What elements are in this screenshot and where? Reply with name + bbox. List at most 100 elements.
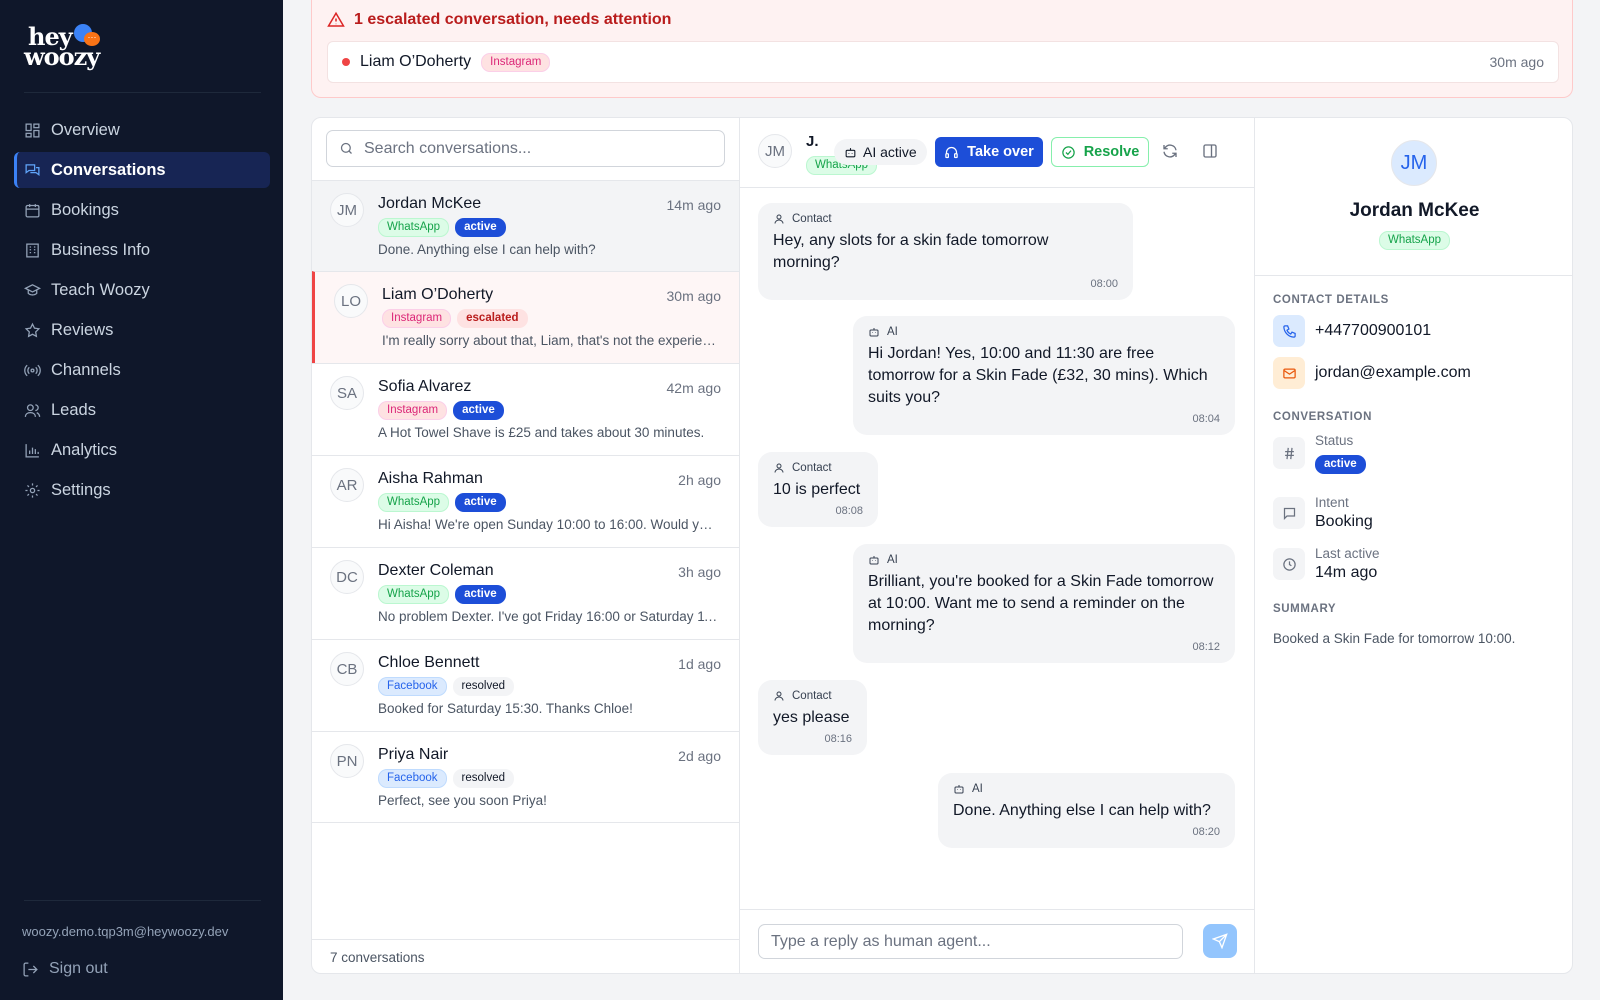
status-badge: active bbox=[455, 493, 506, 512]
conversation-item-liam-odoherty[interactable]: LO Liam O’Doherty 30m ago Instagram esca… bbox=[312, 271, 739, 363]
escalated-conversation-item[interactable]: Liam O’Doherty Instagram 30m ago bbox=[327, 41, 1559, 83]
chat-panel: JM J. WhatsApp AI active Take over Resol… bbox=[740, 118, 1255, 973]
toggle-details-button[interactable] bbox=[1201, 142, 1221, 162]
message-text: Brilliant, you're booked for a Skin Fade… bbox=[868, 573, 1214, 634]
send-button[interactable] bbox=[1203, 924, 1237, 958]
heywoozy-logo[interactable]: hey woozy ··· bbox=[24, 22, 104, 72]
status-row: Status active bbox=[1273, 433, 1366, 474]
message-text: yes please bbox=[773, 709, 850, 726]
search-input[interactable] bbox=[364, 139, 714, 158]
sender-label: AI bbox=[887, 326, 898, 338]
nav-item-settings[interactable]: Settings bbox=[14, 472, 270, 508]
mail-icon-box bbox=[1273, 357, 1305, 389]
message-text: Hey, any slots for a skin fade tomorrow … bbox=[773, 232, 1049, 271]
take-over-button[interactable]: Take over bbox=[935, 137, 1043, 167]
nav-item-overview[interactable]: Overview bbox=[14, 112, 270, 148]
message-text: Hi Jordan! Yes, 10:00 and 11:30 are free… bbox=[868, 345, 1208, 406]
conversation-item-sofia-alvarez[interactable]: SA Sofia Alvarez 42m ago Instagram activ… bbox=[312, 363, 739, 455]
channel-badge: WhatsApp bbox=[1378, 231, 1451, 250]
alert-contact-name: Liam O’Doherty bbox=[360, 53, 472, 70]
conversation-list-panel: JM Jordan McKee 14m ago WhatsApp active … bbox=[312, 118, 740, 973]
message-time: 08:16 bbox=[824, 733, 852, 745]
conversation-time: 14m ago bbox=[666, 197, 721, 213]
conversation-item-aisha-rahman[interactable]: AR Aisha Rahman 2h ago WhatsApp active H… bbox=[312, 455, 739, 547]
search-box[interactable] bbox=[326, 130, 725, 167]
message-bubble-contact: Contact Hey, any slots for a skin fade t… bbox=[758, 203, 1133, 300]
warning-icon bbox=[327, 11, 345, 27]
nav-item-conversations[interactable]: Conversations bbox=[14, 152, 270, 188]
conversation-badges: Facebook resolved bbox=[378, 677, 514, 696]
escalation-alert: 1 escalated conversation, needs attentio… bbox=[311, 0, 1573, 98]
status-info: Status active bbox=[1315, 433, 1366, 474]
sidebar-divider bbox=[24, 92, 261, 93]
nav-item-teach-woozy[interactable]: Teach Woozy bbox=[14, 272, 270, 308]
contact-details-panel: JM Jordan McKee WhatsApp CONTACT DETAILS… bbox=[1255, 118, 1572, 973]
contact-header: JM Jordan McKee WhatsApp bbox=[1255, 118, 1572, 276]
check-circle-icon bbox=[1061, 145, 1075, 159]
inbox-card: JM Jordan McKee 14m ago WhatsApp active … bbox=[311, 117, 1573, 974]
message-sender: AI bbox=[868, 554, 1220, 566]
conversation-heading: CONVERSATION bbox=[1273, 411, 1372, 423]
channel-badge: WhatsApp bbox=[378, 585, 450, 604]
message-text: 10 is perfect bbox=[773, 481, 861, 498]
star-icon bbox=[24, 322, 41, 337]
nav-item-business-info[interactable]: Business Info bbox=[14, 232, 270, 268]
nav-item-leads[interactable]: Leads bbox=[14, 392, 270, 428]
graduation-cap-icon bbox=[24, 283, 41, 296]
message-time: 08:08 bbox=[835, 505, 863, 517]
contact-email: jordan@example.com bbox=[1315, 364, 1471, 381]
nav-label: Leads bbox=[51, 400, 96, 419]
message-bubble-contact: Contact yes please 08:16 bbox=[758, 680, 867, 755]
last-active-label: Last active bbox=[1315, 546, 1380, 561]
ai-active-label: AI active bbox=[863, 144, 917, 160]
sign-out-label: Sign out bbox=[49, 960, 108, 977]
intent-label: Intent bbox=[1315, 495, 1349, 510]
bot-icon bbox=[845, 147, 856, 157]
conversation-item-dexter-coleman[interactable]: DC Dexter Coleman 3h ago WhatsApp active… bbox=[312, 547, 739, 639]
conversation-badges: WhatsApp active bbox=[378, 493, 506, 512]
channel-badge: Instagram bbox=[481, 52, 551, 72]
channel-badge: Instagram bbox=[378, 401, 448, 420]
status-badge: resolved bbox=[452, 677, 514, 696]
status-badge: resolved bbox=[452, 769, 514, 788]
last-active-value: 14m ago bbox=[1315, 564, 1378, 581]
conversation-item-priya-nair[interactable]: PN Priya Nair 2d ago Facebook resolved P… bbox=[312, 731, 739, 823]
message-sender: Contact bbox=[773, 213, 1118, 225]
sign-out-button[interactable]: Sign out bbox=[22, 960, 108, 978]
email-row[interactable]: jordan@example.com bbox=[1273, 357, 1471, 389]
conversation-badges: Instagram active bbox=[378, 401, 504, 420]
avatar: AR bbox=[330, 468, 364, 502]
conversation-name: Aisha Rahman bbox=[378, 470, 483, 487]
nav-label: Business Info bbox=[51, 240, 151, 259]
conversation-preview: I'm really sorry about that, Liam, that'… bbox=[382, 333, 722, 348]
avatar: DC bbox=[330, 560, 364, 594]
conversation-time: 2h ago bbox=[678, 472, 721, 488]
building-icon bbox=[26, 242, 39, 258]
conversation-item-jordan-mckee[interactable]: JM Jordan McKee 14m ago WhatsApp active … bbox=[312, 180, 739, 271]
conversation-preview: No problem Dexter. I've got Friday 16:00… bbox=[378, 609, 718, 624]
nav-item-channels[interactable]: Channels bbox=[14, 352, 270, 388]
nav-item-analytics[interactable]: Analytics bbox=[14, 432, 270, 468]
message-sender: Contact bbox=[773, 690, 852, 702]
refresh-button[interactable] bbox=[1161, 142, 1181, 162]
resolve-button[interactable]: Resolve bbox=[1051, 137, 1149, 167]
channel-badge: WhatsApp bbox=[378, 493, 450, 512]
sidebar: hey woozy ··· Overview Conversations Boo… bbox=[0, 0, 283, 1000]
nav-item-reviews[interactable]: Reviews bbox=[14, 312, 270, 348]
escalated-dot bbox=[342, 58, 350, 66]
conversation-count: 7 conversations bbox=[312, 939, 739, 973]
message-square-icon-box bbox=[1273, 497, 1305, 529]
conversation-badges: WhatsApp active bbox=[378, 585, 506, 604]
phone-row[interactable]: +447700900101 bbox=[1273, 315, 1431, 347]
phone-icon bbox=[1282, 324, 1296, 338]
last-active-row: Last active 14m ago bbox=[1273, 546, 1380, 584]
conversation-name: Liam O’Doherty bbox=[382, 286, 494, 303]
reply-input[interactable] bbox=[758, 924, 1183, 959]
avatar: LO bbox=[334, 284, 368, 318]
alert-header: 1 escalated conversation, needs attentio… bbox=[327, 11, 671, 29]
nav-item-bookings[interactable]: Bookings bbox=[14, 192, 270, 228]
conversation-item-chloe-bennett[interactable]: CB Chloe Bennett 1d ago Facebook resolve… bbox=[312, 639, 739, 731]
nav-label: Reviews bbox=[51, 320, 114, 339]
alert-title: 1 escalated conversation, needs attentio… bbox=[354, 11, 672, 28]
headset-icon bbox=[945, 146, 958, 158]
